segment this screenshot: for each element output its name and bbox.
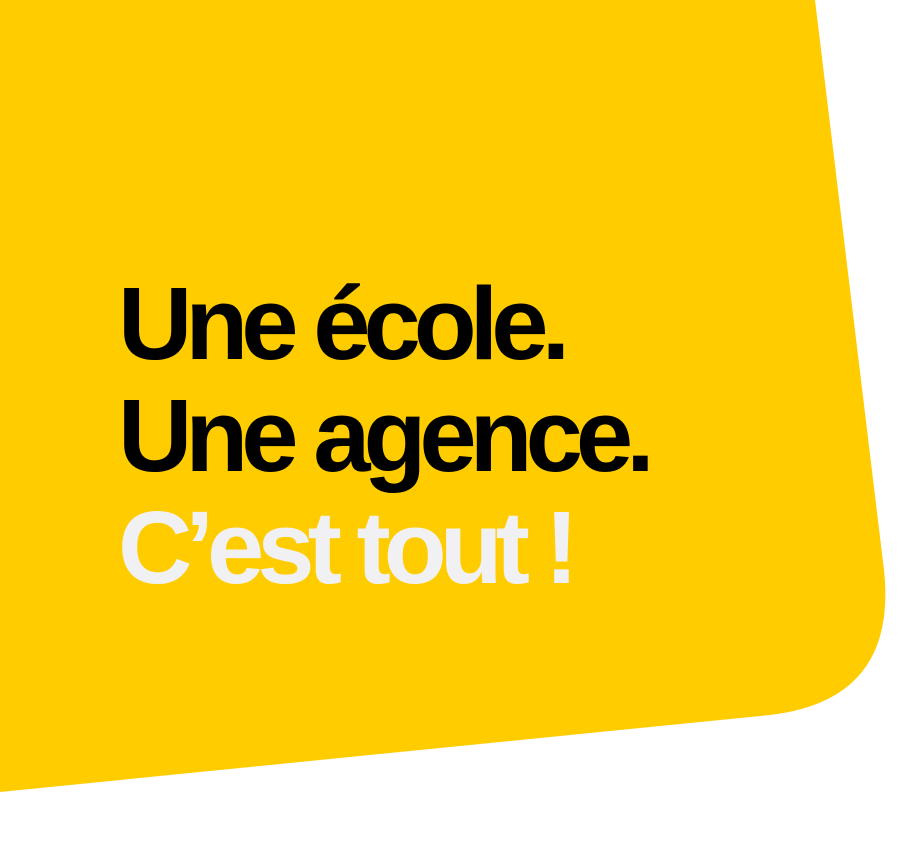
headline-line-3: C’est tout ! xyxy=(118,490,579,605)
headline-line-2: Une agence. xyxy=(118,378,655,493)
headline: Une école. Une agence. C’est tout ! xyxy=(118,266,655,605)
headline-line-1: Une école. xyxy=(118,266,570,381)
